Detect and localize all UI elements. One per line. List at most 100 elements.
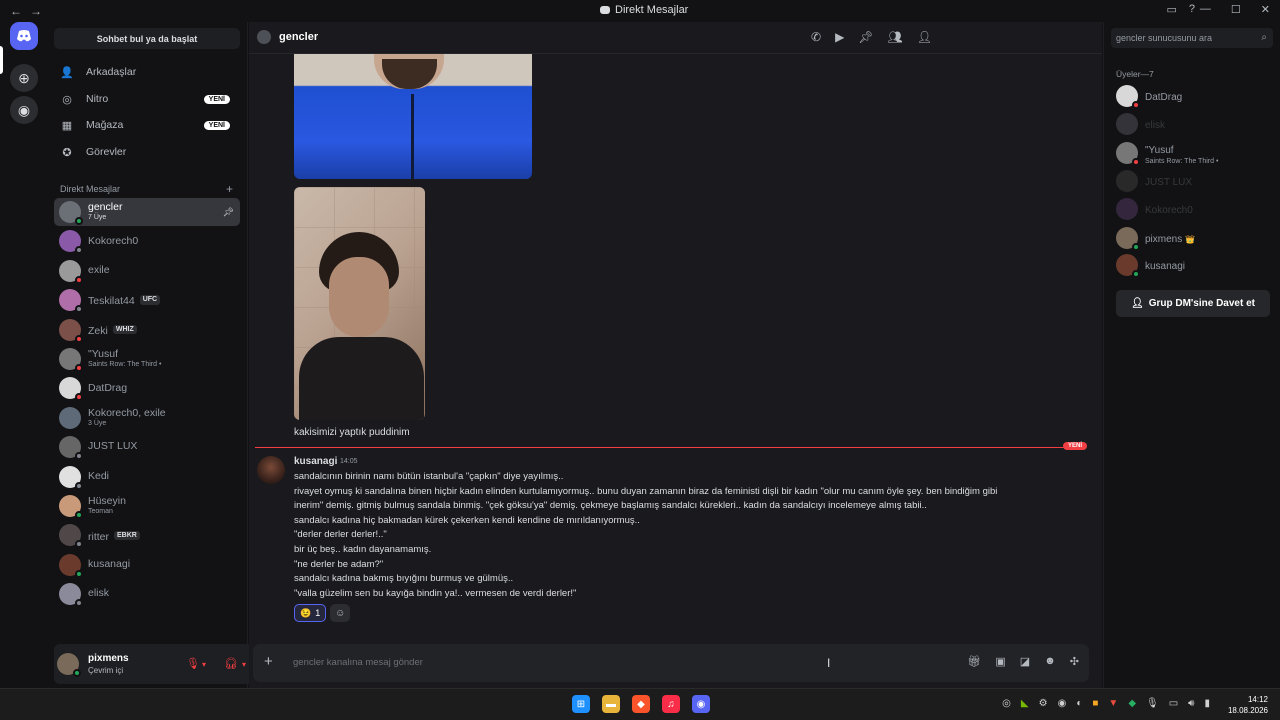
dm-name: ritter: [88, 530, 109, 543]
tray-app-icon[interactable]: ◆: [1128, 698, 1136, 709]
mic-muted-icon[interactable]: 🎙︎: [186, 657, 200, 670]
member-item[interactable]: DatDrag: [1111, 84, 1182, 109]
dm-name: exile: [88, 264, 110, 277]
inbox-icon[interactable]: ▭: [1166, 3, 1176, 16]
dm-item[interactable]: kusanagi: [54, 551, 240, 579]
maximize-icon[interactable]: ☐: [1231, 3, 1241, 16]
status-indicator: [75, 246, 83, 255]
pin-icon[interactable]: 📌︎: [223, 207, 234, 218]
status-indicator: [75, 364, 83, 372]
add-server-button[interactable]: ⊕: [10, 64, 38, 92]
nav-shop[interactable]: ▦ Mağaza YENİ: [54, 113, 240, 137]
dm-item[interactable]: DatDrag: [54, 374, 240, 402]
group-icon: [257, 30, 271, 44]
username[interactable]: pixmens: [88, 653, 129, 664]
volume-icon[interactable]: 🔊︎: [1188, 698, 1194, 709]
dm-item[interactable]: Hüseyin Teoman: [54, 492, 240, 520]
add-reaction-button[interactable]: ☺: [330, 604, 351, 622]
message-timestamp: 14:05: [340, 458, 358, 465]
dm-item[interactable]: Teskilat44 UFC: [54, 286, 240, 314]
nav-friends[interactable]: 👤 Arkadaşlar: [54, 60, 240, 84]
network-icon[interactable]: ▭: [1169, 698, 1178, 709]
avatar: [59, 406, 81, 429]
clock[interactable]: 14:12 18.08.2026: [1228, 694, 1268, 716]
help-icon[interactable]: ?: [1189, 3, 1195, 16]
direct-messages-button[interactable]: [10, 22, 38, 50]
forward-arrow-icon[interactable]: →: [30, 4, 42, 18]
gif-icon[interactable]: ▣: [995, 655, 1005, 668]
tray-app-icon[interactable]: ◎: [1002, 698, 1011, 709]
chevron-down-icon[interactable]: ▾: [202, 660, 206, 669]
upload-plus-icon[interactable]: +: [264, 653, 273, 670]
battery-icon[interactable]: ▮: [1204, 698, 1210, 709]
add-friends-to-dm-icon[interactable]: 👥︎: [888, 30, 903, 44]
discord-logo-icon: [600, 6, 610, 14]
dm-item[interactable]: exile: [54, 257, 240, 285]
video-call-icon[interactable]: ▶: [835, 30, 844, 44]
chevron-down-icon[interactable]: ▾: [242, 660, 246, 669]
apps-icon[interactable]: ✣: [1070, 655, 1079, 668]
member-item[interactable]: pixmens 👑: [1111, 226, 1195, 251]
image-attachment[interactable]: [294, 187, 425, 420]
back-arrow-icon[interactable]: ←: [10, 4, 22, 18]
dm-item[interactable]: Kedi: [54, 463, 240, 491]
sticker-icon[interactable]: ◪: [1020, 655, 1030, 668]
microphone-icon[interactable]: 🎙︎: [1146, 698, 1159, 709]
dm-item[interactable]: Zeki WHIZ: [54, 316, 240, 344]
tray-app-icon[interactable]: ■: [1092, 698, 1098, 709]
member-list-icon[interactable]: 👤︎: [917, 30, 932, 44]
dm-item[interactable]: ritter EBKR: [54, 521, 240, 549]
brave-browser-icon[interactable]: ◆: [632, 695, 650, 713]
status-indicator: [1132, 270, 1140, 278]
avatar[interactable]: [57, 653, 81, 677]
find-conversation-button[interactable]: Sohbet bul ya da başlat: [54, 28, 240, 49]
avatar[interactable]: [257, 456, 285, 484]
minimize-icon[interactable]: —: [1200, 3, 1211, 16]
member-item[interactable]: elisk: [1111, 112, 1165, 136]
quests-icon: ✪: [62, 146, 72, 159]
image-attachment[interactable]: [294, 54, 532, 179]
apple-music-icon[interactable]: ♫: [662, 695, 680, 713]
dm-item[interactable]: elisk: [54, 580, 240, 608]
nav-quests[interactable]: ✪ Görevler: [54, 140, 240, 164]
dm-name: JUST LUX: [88, 440, 138, 453]
invite-to-group-button[interactable]: 👤︎ Grup DM'sine Davet et: [1116, 290, 1270, 317]
message-author[interactable]: kusanagi: [294, 456, 337, 467]
member-item[interactable]: JUST LUX: [1111, 169, 1192, 193]
gift-icon[interactable]: 🎁︎: [967, 655, 981, 668]
reaction[interactable]: 😉 1: [294, 604, 327, 622]
nav-nitro[interactable]: ◎ Nitro YENİ: [54, 87, 240, 111]
discover-button[interactable]: ◉: [10, 96, 38, 124]
dm-item[interactable]: JUST LUX: [54, 433, 240, 461]
pinned-messages-icon[interactable]: 📌︎: [858, 30, 873, 44]
headphones-muted-icon[interactable]: 🎧︎: [224, 657, 238, 670]
avatar: [1116, 170, 1138, 192]
clan-tag: UFC: [139, 295, 161, 305]
avatar: [59, 348, 83, 372]
discord-app-icon[interactable]: ◉: [692, 695, 710, 713]
message-input[interactable]: gencler kanalına mesaj gönder: [293, 657, 423, 668]
status-indicator: [75, 540, 83, 549]
shop-icon: ▦: [61, 119, 73, 132]
windows-start-icon[interactable]: ⊞: [572, 695, 590, 713]
dm-item[interactable]: "Yusuf Saints Row: The Third •: [54, 345, 240, 373]
discord-tray-icon[interactable]: ◉: [1058, 698, 1067, 709]
close-icon[interactable]: ✕: [1261, 3, 1270, 16]
member-item[interactable]: "Yusuf Saints Row: The Third •: [1111, 141, 1218, 166]
tray-app-icon[interactable]: ◐: [1076, 698, 1082, 709]
dm-item[interactable]: Kokorech0: [54, 227, 240, 255]
emoji-icon[interactable]: ☻: [1044, 655, 1056, 668]
member-item[interactable]: Kokorech0: [1111, 197, 1193, 221]
dm-item[interactable]: gencler 7 Üye 📌︎: [54, 198, 240, 226]
voice-call-icon[interactable]: ✆: [811, 30, 821, 44]
tray-app-icon[interactable]: ▼: [1108, 698, 1118, 709]
nvidia-icon[interactable]: ◣: [1021, 698, 1029, 709]
group-name[interactable]: gencler: [279, 31, 318, 43]
steam-icon[interactable]: ⚙: [1039, 698, 1048, 709]
dm-name: Teskilat44: [88, 295, 135, 308]
create-dm-plus-icon[interactable]: +: [226, 182, 233, 196]
file-explorer-icon[interactable]: ▬: [602, 695, 620, 713]
member-item[interactable]: kusanagi: [1111, 253, 1185, 278]
dm-item[interactable]: Kokorech0, exile 3 Üye: [54, 404, 240, 432]
search-input[interactable]: gencler sunucusunu ara ⌕: [1111, 28, 1273, 48]
